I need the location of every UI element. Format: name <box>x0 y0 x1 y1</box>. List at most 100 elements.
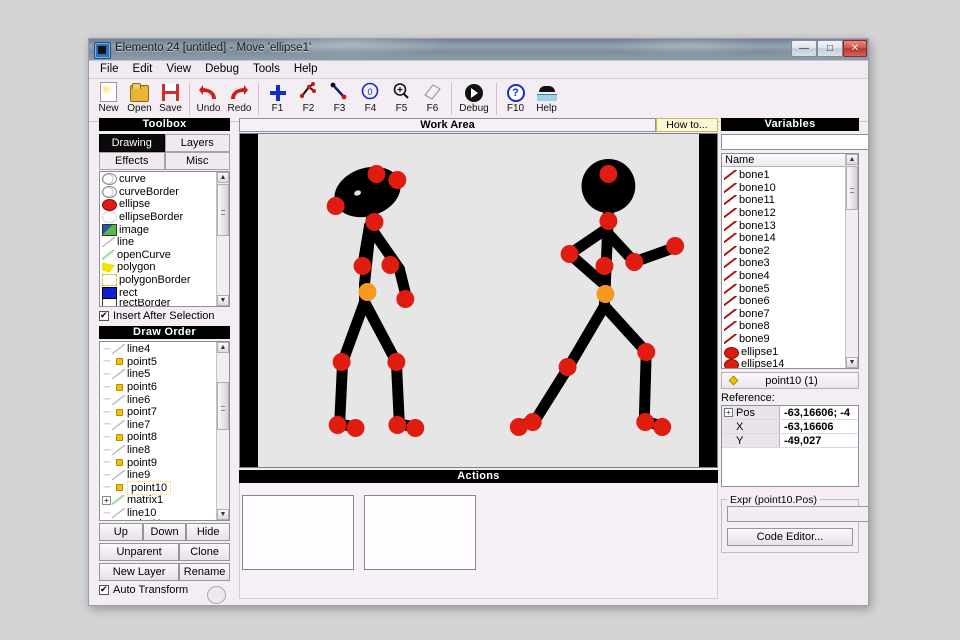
draw-order-item[interactable]: ─line4 <box>100 343 216 356</box>
clone-button[interactable]: Clone <box>179 543 230 561</box>
action-card[interactable] <box>242 495 354 570</box>
toolbox-item-curveborder[interactable]: curveBorder <box>100 186 216 199</box>
toolbar-f4-button[interactable]: 0 F4 <box>355 81 386 114</box>
toolbox-item-rectborder[interactable]: rectBorder <box>100 299 216 307</box>
variable-item[interactable]: bone14 <box>722 232 845 245</box>
expand-icon[interactable]: + <box>102 496 111 505</box>
toolbar-debug-button[interactable]: Debug <box>455 81 493 114</box>
action-card[interactable] <box>364 495 476 570</box>
unparent-button[interactable]: Unparent <box>99 543 179 561</box>
variables-column-header[interactable]: Name <box>722 154 858 167</box>
variable-item[interactable]: bone11 <box>722 194 845 207</box>
close-button[interactable]: ✕ <box>843 40 867 57</box>
variable-item[interactable]: bone8 <box>722 320 845 333</box>
scrollbar-thumb[interactable] <box>217 184 229 236</box>
variables-scrollbar[interactable]: ▲ ▼ <box>845 154 858 368</box>
actions-panel[interactable] <box>239 483 718 599</box>
toolbox-item-line[interactable]: line <box>100 236 216 249</box>
toolbox-item-image[interactable]: image <box>100 223 216 236</box>
variable-item[interactable]: bone7 <box>722 308 845 321</box>
table-row[interactable]: X -63,16606 <box>722 420 858 434</box>
draw-order-item[interactable]: ─line9 <box>100 469 216 482</box>
toolbar-f10-button[interactable]: ? F10 <box>500 81 531 114</box>
toolbar-f6-button[interactable]: F6 <box>417 81 448 114</box>
tab-layers[interactable]: Layers <box>165 134 231 152</box>
checkbox-icon[interactable] <box>99 311 109 321</box>
scroll-up-icon[interactable]: ▲ <box>217 172 229 183</box>
down-button[interactable]: Down <box>143 523 187 541</box>
draw-order-item[interactable]: ─line6 <box>100 393 216 406</box>
variable-item[interactable]: ellipse14 <box>722 358 845 369</box>
variables-list[interactable]: Name bone1 bone10 bone11 bone12 bone13 b… <box>721 153 859 369</box>
toolbar-f5-button[interactable]: F5 <box>386 81 417 114</box>
toolbar-redo-button[interactable]: Redo <box>224 81 255 114</box>
toolbar-f1-button[interactable]: F1 <box>262 81 293 114</box>
scroll-down-icon[interactable]: ▼ <box>217 509 229 520</box>
toolbox-item-curve[interactable]: curve <box>100 173 216 186</box>
variable-item[interactable]: bone12 <box>722 207 845 220</box>
toolbox-item-opencurve[interactable]: openCurve <box>100 249 216 262</box>
toolbox-item-ellipseborder[interactable]: ellipseBorder <box>100 211 216 224</box>
variable-item[interactable]: bone10 <box>722 182 845 195</box>
scroll-down-icon[interactable]: ▼ <box>217 295 229 306</box>
toolbox-item-rect[interactable]: rect <box>100 286 216 299</box>
toolbox-scrollbar[interactable]: ▲ ▼ <box>216 172 229 306</box>
scroll-up-icon[interactable]: ▲ <box>846 154 858 165</box>
variables-filter-input[interactable] <box>721 134 869 150</box>
draw-order-scrollbar[interactable]: ▲ ▼ <box>216 342 229 520</box>
toolbar-new-button[interactable]: New <box>93 81 124 114</box>
variable-item[interactable]: ellipse1 <box>722 345 845 358</box>
tab-effects[interactable]: Effects <box>99 152 165 170</box>
toolbar-save-button[interactable]: Save <box>155 81 186 114</box>
draw-order-item-matrix[interactable]: +matrix1 <box>100 494 216 507</box>
draw-order-item[interactable]: ─line7 <box>100 419 216 432</box>
menu-tools[interactable]: Tools <box>246 61 287 78</box>
draw-order-item[interactable]: ─point6 <box>100 381 216 394</box>
draw-order-item[interactable]: ─line5 <box>100 368 216 381</box>
menu-debug[interactable]: Debug <box>198 61 246 78</box>
up-button[interactable]: Up <box>99 523 143 541</box>
variable-item[interactable]: bone5 <box>722 282 845 295</box>
tab-drawing[interactable]: Drawing <box>99 134 165 152</box>
toolbar-f3-button[interactable]: F3 <box>324 81 355 114</box>
draw-order-item-selected[interactable]: ─point10 <box>100 482 216 495</box>
table-row[interactable]: Y -49,027 <box>722 434 858 448</box>
scrollbar-thumb[interactable] <box>217 382 229 430</box>
variable-item[interactable]: bone13 <box>722 219 845 232</box>
toolbar-f2-button[interactable]: F2 <box>293 81 324 114</box>
toolbox-item-polygon[interactable]: polygon <box>100 261 216 274</box>
minimize-button[interactable]: — <box>791 40 817 57</box>
scroll-down-icon[interactable]: ▼ <box>846 357 858 368</box>
scroll-up-icon[interactable]: ▲ <box>217 342 229 353</box>
how-to-button[interactable]: How to... <box>656 118 718 132</box>
table-row[interactable]: + Pos -63,16606; -4 <box>722 406 858 420</box>
draw-order-item[interactable]: ─point8 <box>100 431 216 444</box>
draw-order-item[interactable]: ─point5 <box>100 356 216 369</box>
menu-edit[interactable]: Edit <box>126 61 160 78</box>
variable-item[interactable]: bone9 <box>722 333 845 346</box>
menu-help[interactable]: Help <box>287 61 325 78</box>
toolbar-help-button[interactable]: Help <box>531 81 562 114</box>
draw-order-item[interactable]: ─point7 <box>100 406 216 419</box>
variable-item[interactable]: bone1 <box>722 169 845 182</box>
draw-order-item[interactable]: ─line8 <box>100 444 216 457</box>
expression-input[interactable] <box>727 506 869 522</box>
variable-item[interactable]: bone4 <box>722 270 845 283</box>
toolbar-open-button[interactable]: Open <box>124 81 155 114</box>
selected-object-chip[interactable]: point10 (1) <box>721 372 859 389</box>
variable-item[interactable]: bone2 <box>722 245 845 258</box>
insert-after-selection-checkbox[interactable]: Insert After Selection <box>99 310 230 322</box>
toolbox-item-polygonborder[interactable]: polygonBorder <box>100 274 216 287</box>
toolbar-undo-button[interactable]: Undo <box>193 81 224 114</box>
draw-order-list[interactable]: ─line4 ─point5 ─line5 ─point6 ─line6 ─po… <box>99 341 230 521</box>
drawing-canvas[interactable] <box>258 134 699 467</box>
maximize-button[interactable]: □ <box>817 40 843 57</box>
work-area-canvas-frame[interactable] <box>239 133 718 468</box>
draw-order-item[interactable]: ─point11 <box>100 519 216 521</box>
reference-table[interactable]: + Pos -63,16606; -4 X -63,16606 Y <box>721 405 859 487</box>
hide-button[interactable]: Hide <box>186 523 230 541</box>
title-bar[interactable]: Elemento 24 [untitled] - Move 'ellipse1'… <box>89 39 868 61</box>
toolbox-list[interactable]: curve curveBorder ellipse ellipseBorder … <box>99 171 230 307</box>
draw-order-item[interactable]: ─line10 <box>100 507 216 520</box>
rename-button[interactable]: Rename <box>179 563 230 581</box>
